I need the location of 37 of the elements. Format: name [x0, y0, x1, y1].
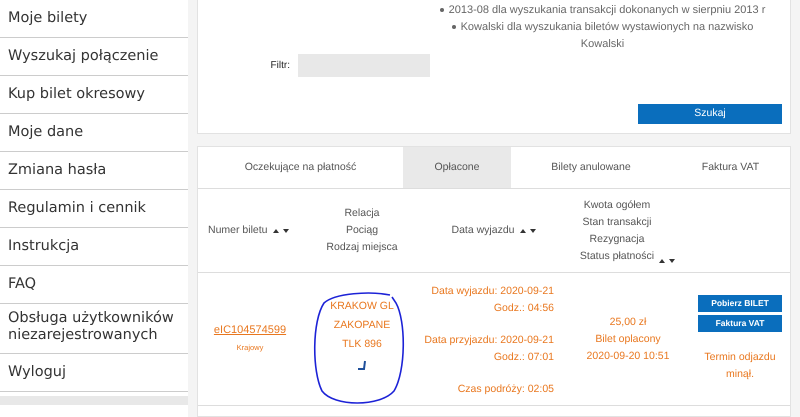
departure-time: Godz.: 04:56 [494, 301, 554, 316]
hint-text: Kowalski dla wyszukania biletów wystawionych na nazwisko Kowalski [430, 19, 775, 53]
sidebar-item[interactable]: Kup bilet okresowy [0, 76, 188, 114]
sort-icon[interactable] [658, 256, 676, 264]
sidebar-item[interactable]: Instrukcja [0, 228, 188, 266]
action-button[interactable]: Pobierz BILET [698, 295, 782, 312]
sidebar-item[interactable]: Wyszukaj połączenie [0, 38, 188, 76]
ticket-amount: 25,00 zł [610, 314, 646, 330]
route-text: ZAKOPANE [334, 318, 390, 333]
action-button[interactable]: Faktura VAT [698, 315, 782, 332]
sort-icon[interactable] [518, 226, 537, 234]
hint-text: 2013-08 dla wyszukania transakcji dokonanych w sierpniu 2013 r [430, 2, 775, 19]
payment-date: 2020-09-20 10:51 [586, 348, 670, 364]
column-header: Kwota ogółem Stan transakcji Rezygnacja Status płatności [580, 198, 654, 264]
sidebar-item[interactable]: FAQ [0, 266, 188, 304]
column-header: Numer biletu [208, 223, 268, 238]
column-header: Data wyjazdu [451, 223, 515, 238]
departure-note: Termin odjazdu minął. [703, 350, 777, 382]
route-text: TLK 896 [342, 337, 382, 352]
arrival-date: Data przyjazdu: 2020-09-21 [424, 333, 554, 348]
sidebar-item[interactable]: Moje dane [0, 114, 188, 152]
payment-status: Bilet oplacony [595, 332, 661, 346]
column-header: Relacja Pociąg Rodzaj miejsca [326, 206, 398, 255]
sidebar-item[interactable]: Regulamin i cennik [0, 190, 188, 228]
route-text: KRAKOW GL [330, 299, 394, 314]
tab[interactable]: Opłacone [403, 147, 511, 188]
sort-icon[interactable] [272, 226, 290, 234]
sidebar-item[interactable]: Wyloguj [0, 354, 188, 392]
sidebar-item[interactable]: Zmiana hasła [0, 152, 188, 190]
search-button[interactable]: Szukaj [638, 104, 782, 124]
travel-duration: Czas podróży: 02:05 [458, 382, 554, 397]
ink-tick-drawing [358, 360, 366, 370]
sidebar-item[interactable]: Moje bilety [0, 0, 188, 38]
sidebar-item[interactable]: Obsługa użytkowników niezarejestrowanych [0, 304, 188, 354]
filter-label: Filtr: [270, 58, 290, 72]
departure-date: Data wyjazdu: 2020-09-21 [431, 284, 554, 299]
arrival-time: Godz.: 07:01 [494, 350, 554, 365]
